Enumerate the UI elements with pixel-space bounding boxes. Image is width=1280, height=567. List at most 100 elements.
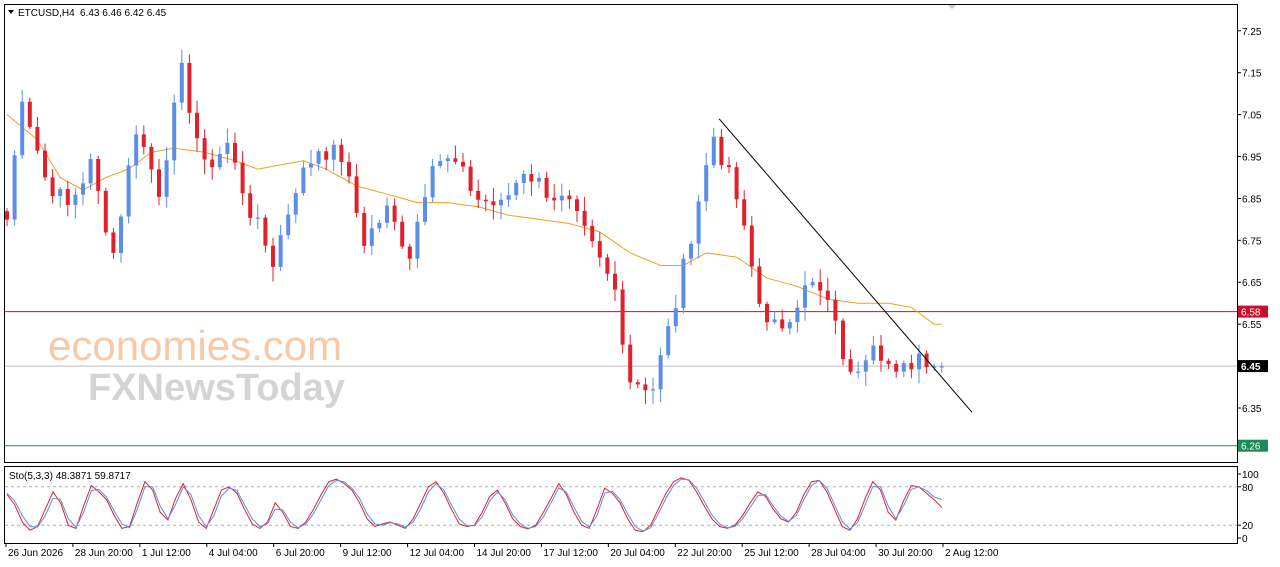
bear-candle [324, 151, 329, 160]
price-axis: 6.58 6.45 6.26 7.25 7.15 7.05 6.95 6.85 6.75 6.65… [1237, 27, 1268, 453]
price-tick-label: 7.25 [1242, 27, 1262, 38]
bull-candle [537, 177, 541, 182]
bull-candle [225, 142, 230, 155]
stochastic-tick-label: 100 [1242, 470, 1259, 481]
bear-candle [818, 282, 823, 291]
bear-candle [544, 177, 549, 198]
time-tick-label: 1 Jul 12:00 [142, 548, 191, 559]
bull-candle [711, 136, 716, 166]
time-tick-label: 22 Jul 20:00 [677, 548, 732, 559]
bull-candle [12, 155, 17, 220]
bear-candle [552, 197, 557, 201]
bull-candle [309, 163, 313, 168]
bear-candle [605, 257, 610, 274]
bull-candle [293, 193, 298, 215]
bull-candle [217, 154, 222, 168]
bear-candle [749, 225, 754, 267]
bull-candle [521, 174, 526, 183]
time-tick-label: 2 Aug 12:00 [945, 548, 999, 559]
time-tick-label: 9 Jul 12:00 [343, 548, 392, 559]
bear-candle [461, 161, 465, 167]
chart-canvas: economies.com FXNewsToday 6.58 6.45 6.26 7.… [4, 4, 1268, 559]
bear-candle [50, 177, 55, 197]
time-axis: 26 Jun 2026 28 Jun 20:00 1 Jul 12:00 4 Jul … [5, 543, 999, 559]
bear-candle [339, 144, 344, 162]
bull-candle [255, 217, 260, 219]
bull-candle [81, 183, 85, 195]
bear-candle [476, 190, 481, 200]
bear-candle [187, 62, 192, 113]
bear-candle [347, 161, 351, 177]
bear-candle [141, 134, 146, 147]
bear-candle [468, 166, 473, 191]
bull-candle [278, 235, 283, 267]
bull-candle [134, 134, 139, 166]
price-level-label: 6.45 [1241, 362, 1261, 373]
watermark-line2: FXNewsToday [88, 367, 345, 409]
bull-candle [286, 214, 291, 236]
ohlc-header: 6.43 6.46 6.42 6.45 [80, 8, 167, 19]
bull-candle [430, 165, 435, 198]
bear-candle [727, 165, 731, 168]
bull-candle [438, 161, 443, 166]
bear-candle [27, 101, 32, 127]
bear-candle [362, 213, 367, 246]
bull-candle [696, 201, 701, 244]
bear-candle [5, 211, 9, 220]
bear-candle [909, 363, 914, 370]
bull-candle [863, 360, 868, 372]
time-tick-label: 17 Jul 12:00 [543, 548, 598, 559]
bear-candle [635, 382, 640, 385]
bull-candle [331, 144, 336, 160]
bull-candle [901, 363, 906, 372]
time-tick-label: 6 Jul 20:00 [276, 548, 325, 559]
bull-candle [514, 182, 519, 196]
stochastic-tick-label: 80 [1242, 483, 1254, 494]
bear-candle [271, 245, 275, 267]
bear-candle [780, 319, 785, 329]
time-tick-label: 4 Jul 04:00 [209, 548, 258, 559]
bear-candle [575, 199, 579, 211]
bull-candle [126, 165, 131, 217]
bull-candle [666, 326, 671, 356]
stochastic-label: Sto(5,3,3) 48.3871 59.8717 [9, 471, 131, 482]
bull-candle [377, 222, 382, 229]
bear-candle [407, 246, 412, 259]
watermark: economies.com FXNewsToday [48, 322, 345, 409]
bull-candle [179, 62, 184, 103]
bear-candle [643, 384, 648, 391]
bull-candle [856, 371, 861, 373]
bear-candle [149, 146, 154, 170]
price-tick-label: 6.55 [1242, 320, 1262, 331]
bull-candle [73, 194, 78, 205]
time-tick-label: 30 Jul 20:00 [878, 548, 933, 559]
bull-candle [871, 345, 876, 361]
price-tick-label: 6.85 [1242, 194, 1262, 205]
bull-candle [415, 221, 420, 259]
price-level-label: 6.26 [1241, 442, 1261, 453]
bear-candle [195, 112, 199, 139]
price-tick-label: 6.75 [1242, 236, 1262, 247]
bull-candle [20, 101, 25, 156]
bear-candle [742, 199, 747, 226]
bear-candle [400, 221, 405, 247]
price-tick-label: 6.95 [1242, 153, 1262, 164]
bull-candle [772, 319, 777, 323]
bear-candle [894, 363, 899, 372]
bull-candle [164, 160, 169, 197]
bull-candle [423, 197, 427, 222]
stochastic-tick-label: 20 [1242, 521, 1254, 532]
bear-candle [734, 167, 739, 200]
bull-candle [795, 307, 800, 323]
bear-candle [392, 205, 397, 222]
bull-candle [787, 322, 792, 329]
bull-candle [658, 355, 663, 390]
bull-candle [939, 366, 944, 368]
bear-candle [111, 232, 116, 253]
bull-candle [385, 205, 389, 223]
price-tick-label: 6.35 [1242, 404, 1262, 415]
bear-candle [96, 158, 101, 191]
bear-candle [354, 176, 359, 214]
bull-candle [704, 165, 709, 202]
bear-candle [886, 360, 891, 364]
